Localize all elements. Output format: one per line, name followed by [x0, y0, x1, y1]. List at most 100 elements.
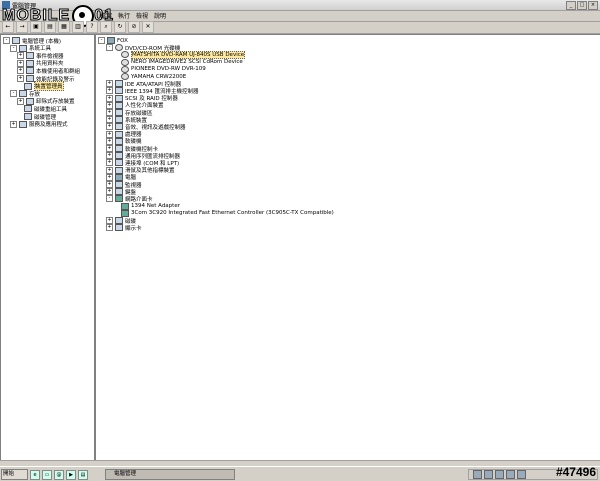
- console-tree-node[interactable]: - 電腦管理 (本機): [3, 37, 61, 45]
- update-driver-icon[interactable]: ↻: [114, 21, 126, 33]
- device-tree-node[interactable]: + 音效、視訊及遊戲控制器: [106, 123, 186, 131]
- device-tree-node[interactable]: 1394 Net Adapter: [114, 202, 180, 210]
- leaf-spacer: [17, 84, 22, 89]
- device-tree-node[interactable]: 3Com 3C920 Integrated Fast Ethernet Cont…: [114, 209, 334, 217]
- menu-help[interactable]: 說明: [154, 11, 166, 20]
- expand-icon[interactable]: +: [106, 224, 113, 232]
- device-tree-pane[interactable]: - FOX - DVD/CD-ROM 光碟機 MATSHITA DVD-RAM UJ-8…: [95, 34, 600, 462]
- console-tree-node[interactable]: + 服務及應用程式: [10, 120, 68, 128]
- device-tree-node[interactable]: + 顯示卡: [106, 224, 142, 232]
- console-tree-node[interactable]: + 卸除式存放裝置: [17, 97, 75, 105]
- expand-icon[interactable]: +: [106, 152, 113, 160]
- expand-icon[interactable]: +: [106, 145, 113, 152]
- disc-icon: [121, 51, 129, 59]
- expand-icon[interactable]: +: [106, 188, 113, 196]
- properties-icon[interactable]: ▦: [58, 21, 70, 33]
- device-tree-node[interactable]: PIONEER DVD-RW DVR-109: [114, 65, 206, 73]
- expand-icon[interactable]: +: [17, 97, 24, 105]
- comp-icon: [115, 173, 123, 181]
- expand-icon[interactable]: +: [106, 173, 113, 181]
- outlook-icon[interactable]: @: [54, 470, 64, 480]
- uninstall-device-icon[interactable]: ✕: [142, 21, 154, 33]
- console-tree-node[interactable]: 磁碟重組工具: [17, 105, 67, 113]
- device-icon: [19, 90, 27, 98]
- quick-launch: e ▭ @ ▶ ▤: [30, 470, 88, 480]
- expand-icon[interactable]: +: [106, 101, 113, 109]
- console-tree-node[interactable]: + 事件檢視器: [17, 52, 64, 60]
- collapse-icon[interactable]: -: [98, 37, 105, 44]
- expand-icon[interactable]: +: [106, 137, 113, 145]
- expand-icon[interactable]: +: [106, 217, 113, 224]
- tray-volume-icon[interactable]: [484, 470, 493, 479]
- console-tree-node[interactable]: - 存放: [10, 90, 40, 98]
- media-icon[interactable]: ▶: [66, 470, 76, 480]
- expand-icon[interactable]: +: [17, 52, 24, 60]
- console-tree-node[interactable]: + 共用資料夾: [17, 59, 64, 67]
- expand-icon[interactable]: +: [106, 166, 113, 174]
- collapse-icon[interactable]: -: [10, 44, 17, 52]
- collapse-icon[interactable]: -: [106, 44, 113, 52]
- forward-icon[interactable]: →: [16, 21, 28, 33]
- expand-icon[interactable]: +: [106, 109, 113, 116]
- console-tree-pane[interactable]: - 電腦管理 (本機) - 系統工具 + 事件檢視器 + 共用資料夾 + 本機使用者和群組 + 效能記…: [0, 34, 95, 462]
- console-tree-node[interactable]: + 本機使用者和群組: [17, 67, 80, 75]
- device-tree-label: 1394 Net Adapter: [131, 203, 180, 210]
- device-icon: [115, 166, 123, 174]
- up-folder-icon[interactable]: ▣: [30, 21, 42, 33]
- minimize-button[interactable]: _: [566, 1, 576, 10]
- expand-icon[interactable]: +: [106, 80, 113, 88]
- expand-icon[interactable]: +: [10, 120, 17, 128]
- device-tree-node[interactable]: NERO IMAGEDRIVE2 SCSI CdRom Device: [114, 58, 243, 66]
- expand-icon[interactable]: +: [106, 94, 113, 102]
- scan-hardware-icon[interactable]: ⌕: [100, 21, 112, 33]
- disc-icon: [115, 44, 123, 52]
- expand-icon[interactable]: +: [17, 59, 24, 67]
- collapse-icon[interactable]: -: [106, 195, 113, 203]
- tray-network-icon[interactable]: [473, 470, 482, 479]
- device-tree-node[interactable]: + 滑鼠及其他指標裝置: [106, 166, 175, 174]
- show-tree-icon[interactable]: ▤: [44, 21, 56, 33]
- device-icon: [115, 87, 123, 95]
- device-tree-node[interactable]: + 監視器: [106, 181, 142, 189]
- device-tree-node[interactable]: - 網路介面卡: [106, 195, 153, 203]
- console-tree-node[interactable]: 磁碟管理: [17, 113, 56, 121]
- menu-view[interactable]: 檢視: [136, 11, 148, 20]
- expand-icon[interactable]: +: [17, 67, 24, 75]
- expand-icon[interactable]: +: [106, 159, 113, 167]
- expand-icon[interactable]: +: [106, 123, 113, 131]
- device-icon: [24, 113, 32, 120]
- collapse-icon[interactable]: -: [3, 37, 10, 44]
- menu-file[interactable]: 檔案: [100, 11, 112, 20]
- help-icon[interactable]: ?: [86, 21, 98, 33]
- collapse-icon[interactable]: -: [10, 90, 17, 98]
- disable-device-icon[interactable]: ⊘: [128, 21, 140, 33]
- task-label: 電腦管理: [114, 471, 137, 477]
- maximize-button[interactable]: □: [577, 1, 587, 10]
- folder-icon[interactable]: ▤: [78, 470, 88, 480]
- device-tree-label: PIONEER DVD-RW DVR-109: [131, 66, 206, 73]
- back-icon[interactable]: ←: [2, 21, 14, 33]
- tray-security-icon[interactable]: [495, 470, 504, 479]
- expand-icon[interactable]: +: [106, 87, 113, 95]
- menu-action[interactable]: 執行: [118, 11, 130, 20]
- taskbar-item-computer-management[interactable]: 電腦管理: [105, 469, 235, 480]
- device-tree-label: NERO IMAGEDRIVE2 SCSI CdRom Device: [131, 59, 243, 66]
- ie-icon[interactable]: e: [30, 470, 40, 480]
- start-button[interactable]: 開始: [1, 469, 28, 480]
- expand-icon[interactable]: +: [106, 181, 113, 188]
- desktop-icon[interactable]: ▭: [42, 470, 52, 480]
- expand-icon[interactable]: +: [106, 116, 113, 124]
- console-tree-node[interactable]: 裝置管理員: [17, 81, 64, 92]
- device-tree-node[interactable]: - FOX: [98, 37, 128, 44]
- expand-icon[interactable]: +: [17, 75, 24, 82]
- tray-usb-icon[interactable]: [517, 470, 526, 479]
- tray-update-icon[interactable]: [506, 470, 515, 479]
- close-button[interactable]: ×: [588, 1, 598, 10]
- device-tree-node[interactable]: MATSHITA DVD-RAM UJ-840S USB Device: [114, 50, 246, 59]
- expand-icon[interactable]: +: [106, 130, 113, 138]
- console-tree-node[interactable]: - 系統工具: [10, 44, 51, 52]
- toolbar: ← → ▣ ▤ ▦ ▥ ? ⌕ ↻ ⊘ ✕: [0, 21, 600, 34]
- print-icon[interactable]: ▥: [72, 21, 84, 33]
- device-tree-label: YAMAHA CRW2200E: [131, 73, 187, 80]
- device-icon: [19, 120, 27, 128]
